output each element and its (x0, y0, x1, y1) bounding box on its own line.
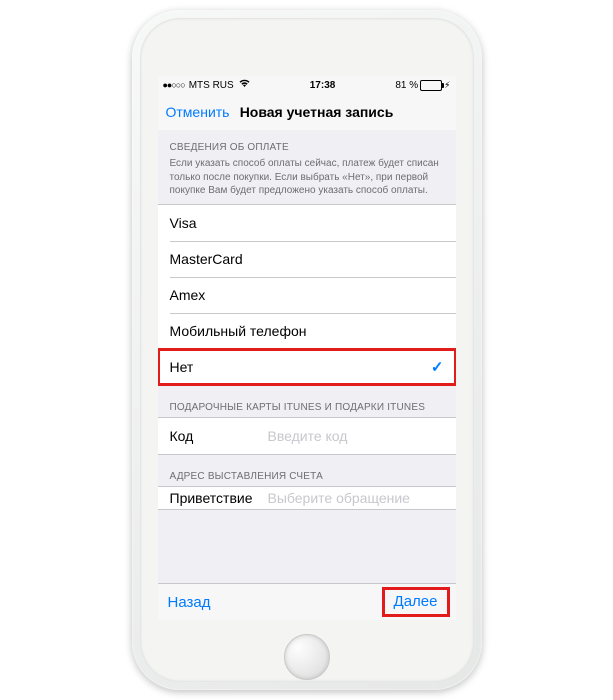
payment-section-header: СВЕДЕНИЯ ОБ ОПЛАТЕ (158, 130, 456, 157)
payment-option-label: Visa (170, 215, 197, 231)
gift-section-header: ПОДАРОЧНЫЕ КАРТЫ ITUNES И ПОДАРКИ ITUNES (158, 386, 456, 417)
battery-percent: 81 % (395, 80, 418, 91)
home-button[interactable] (284, 634, 330, 680)
next-button-highlight: Далее (386, 589, 446, 615)
payment-option-amex[interactable]: Amex (158, 277, 456, 313)
wifi-icon (239, 79, 250, 91)
page-title: Новая учетная запись (240, 104, 394, 120)
back-button[interactable]: Назад (168, 594, 211, 611)
payment-section-description: Если указать способ оплаты сейчас, плате… (158, 157, 456, 204)
billing-group: Приветствие Выберите обращение (158, 486, 456, 510)
cancel-button[interactable]: Отменить (166, 104, 230, 120)
battery-icon (420, 80, 442, 91)
checkmark-icon: ✓ (431, 358, 444, 376)
gift-code-row[interactable]: Код Введите код (158, 418, 456, 454)
payment-option-none[interactable]: Нет ✓ (158, 349, 456, 385)
charging-icon: ⚡︎ (444, 80, 450, 91)
nav-bar: Отменить Новая учетная запись (158, 94, 456, 131)
payment-option-label: MasterCard (170, 251, 243, 267)
billing-salutation-value[interactable]: Выберите обращение (268, 490, 410, 506)
status-bar: ●●○○○ MTS RUS 17:38 81 % ⚡︎ (158, 76, 456, 94)
payment-option-visa[interactable]: Visa (158, 205, 456, 241)
payment-option-label: Мобильный телефон (170, 323, 307, 339)
carrier-label: MTS RUS (189, 80, 234, 91)
screen: ●●○○○ MTS RUS 17:38 81 % ⚡︎ Отменит (158, 76, 456, 620)
billing-salutation-row[interactable]: Приветствие Выберите обращение (158, 487, 456, 509)
phone-frame: ●●○○○ MTS RUS 17:38 81 % ⚡︎ Отменит (132, 10, 482, 690)
signal-strength-icon: ●●○○○ (163, 80, 185, 90)
next-button[interactable]: Далее (394, 593, 438, 610)
billing-salutation-label: Приветствие (170, 490, 268, 506)
gift-code-group: Код Введите код (158, 417, 456, 455)
clock: 17:38 (310, 80, 336, 91)
billing-section-header: АДРЕС ВЫСТАВЛЕНИЯ СЧЕТА (158, 455, 456, 486)
footer-toolbar: Назад Далее (158, 583, 456, 620)
payment-option-label: Нет (170, 359, 194, 375)
gift-code-label: Код (170, 428, 268, 444)
payment-options-group: Visa MasterCard Amex Мобильный телефон Н… (158, 204, 456, 386)
payment-option-label: Amex (170, 287, 206, 303)
content[interactable]: СВЕДЕНИЯ ОБ ОПЛАТЕ Если указать способ о… (158, 130, 456, 584)
gift-code-input[interactable]: Введите код (268, 428, 348, 444)
payment-option-mobile[interactable]: Мобильный телефон (158, 313, 456, 349)
payment-option-mastercard[interactable]: MasterCard (158, 241, 456, 277)
